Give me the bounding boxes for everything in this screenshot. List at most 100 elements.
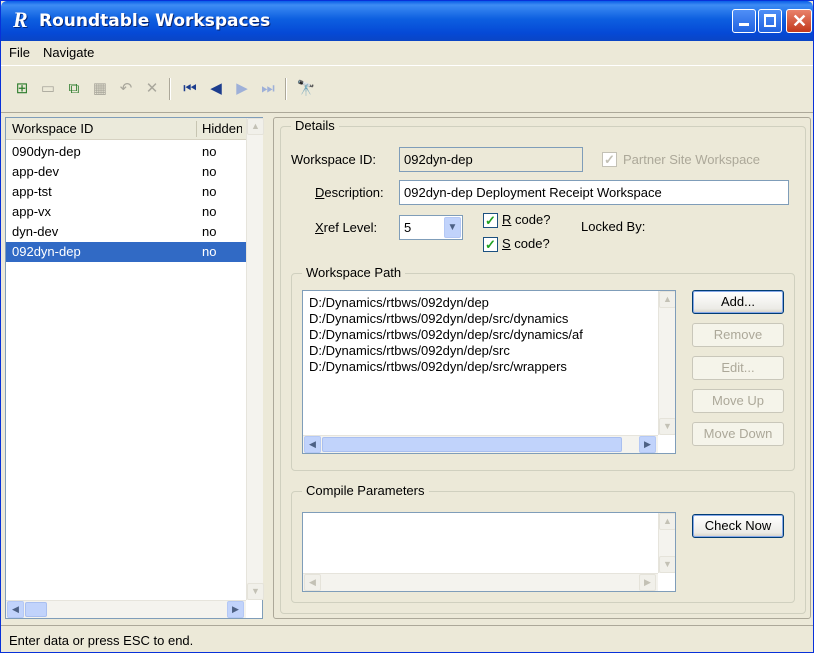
list-item[interactable]: D:/Dynamics/rtbws/092dyn/dep/src/dynamic…: [309, 311, 568, 326]
details-group: Details Workspace ID: 092dyn-dep ✓ Partn…: [280, 118, 806, 614]
menu-navigate[interactable]: Navigate: [43, 45, 94, 60]
scroll-thumb[interactable]: [322, 437, 622, 452]
hidden-cell: no: [202, 244, 217, 259]
add-path-button[interactable]: Add...: [692, 290, 784, 314]
workspace-id-cell: dyn-dev: [12, 224, 59, 239]
maximize-button[interactable]: [758, 9, 782, 33]
scroll-left-button[interactable]: ◀: [7, 601, 24, 618]
table-row[interactable]: 092dyn-dep no: [6, 242, 246, 262]
locked-by-label: Locked By:: [581, 219, 646, 234]
minimize-button[interactable]: [732, 9, 756, 33]
binoculars-find-icon[interactable]: 🔭: [295, 78, 317, 100]
hidden-cell: no: [202, 144, 217, 159]
workspace-list[interactable]: Workspace ID Hidden 090dyn-dep no app-dev n…: [5, 117, 264, 619]
list-horizontal-scrollbar[interactable]: ◀ ▶: [6, 600, 246, 618]
app-window: R Roundtable Workspaces ✕ File Navigate …: [0, 0, 814, 653]
scroll-down-button[interactable]: ▼: [247, 583, 264, 600]
app-logo-icon: R: [13, 7, 28, 32]
xref-level-label: Xref Level:: [315, 220, 378, 235]
scroll-left-button[interactable]: ◀: [304, 574, 321, 591]
check-now-button[interactable]: Check Now: [692, 514, 784, 538]
table-row[interactable]: 090dyn-dep no: [6, 142, 246, 162]
column-header-workspace-id[interactable]: Workspace ID: [12, 121, 192, 136]
table-row[interactable]: dyn-dev no: [6, 222, 246, 242]
workspace-path-group: Workspace Path D:/Dynamics/rtbws/092dyn/…: [291, 265, 795, 471]
partner-site-label: Partner Site Workspace: [623, 152, 761, 167]
hidden-cell: no: [202, 184, 217, 199]
save-icon: ▦: [92, 80, 108, 97]
s-code-checkbox[interactable]: ✓: [483, 237, 498, 252]
toolbar-separator: [285, 78, 287, 100]
list-vertical-scrollbar[interactable]: ▲ ▼: [246, 118, 264, 600]
scroll-right-button[interactable]: ▶: [227, 601, 244, 618]
workspace-id-cell: app-dev: [12, 164, 59, 179]
scroll-left-button[interactable]: ◀: [304, 436, 321, 453]
scroll-up-button[interactable]: ▲: [659, 291, 675, 308]
scroll-down-button[interactable]: ▼: [659, 418, 675, 435]
description-label: Description:: [315, 185, 384, 200]
grid-icon: ▭: [40, 80, 56, 97]
status-text: Enter data or press ESC to end.: [9, 633, 194, 648]
chevron-down-icon[interactable]: ▼: [444, 217, 461, 238]
move-up-button: Move Up: [692, 389, 784, 413]
r-code-label: R code?: [502, 212, 551, 227]
minimize-icon: [739, 23, 749, 26]
workspace-id-cell: app-vx: [12, 204, 52, 219]
scroll-up-button[interactable]: ▲: [659, 513, 675, 530]
table-row[interactable]: app-vx no: [6, 202, 246, 222]
copy-icon[interactable]: ⧉: [63, 78, 85, 100]
toolbar-separator: [169, 78, 171, 100]
close-button[interactable]: ✕: [786, 9, 812, 33]
path-vertical-scrollbar[interactable]: ▲ ▼: [658, 291, 675, 435]
first-record-icon[interactable]: ⏮: [179, 78, 201, 100]
workspace-path-list[interactable]: D:/Dynamics/rtbws/092dyn/dep D:/Dynamics/…: [302, 290, 676, 454]
move-down-button: Move Down: [692, 422, 784, 446]
path-horizontal-scrollbar[interactable]: ◀ ▶: [303, 435, 658, 453]
workspace-id-label: Workspace ID:: [291, 152, 377, 167]
list-item[interactable]: D:/Dynamics/rtbws/092dyn/dep/src: [309, 343, 510, 358]
window-title: Roundtable Workspaces: [39, 11, 271, 31]
workspace-id-cell: 090dyn-dep: [12, 144, 81, 159]
list-item[interactable]: D:/Dynamics/rtbws/092dyn/dep/src/wrapper…: [309, 359, 567, 374]
s-code-label: S code?: [502, 236, 550, 251]
scroll-down-button[interactable]: ▼: [659, 556, 675, 573]
scroll-right-button[interactable]: ▶: [639, 436, 656, 453]
right-panel: Details Workspace ID: 092dyn-dep ✓ Partn…: [273, 117, 811, 619]
compile-parameters-group: Compile Parameters ▲ ▼ ◀ ▶ Check Now: [291, 483, 795, 603]
table-row[interactable]: app-tst no: [6, 182, 246, 202]
scroll-up-button[interactable]: ▲: [247, 118, 264, 135]
compile-parameters-field[interactable]: ▲ ▼ ◀ ▶: [302, 512, 676, 592]
previous-record-icon[interactable]: ◀: [205, 78, 227, 100]
column-header-hidden[interactable]: Hidden: [202, 121, 242, 136]
workspace-id-cell: app-tst: [12, 184, 52, 199]
workspace-id-field: 092dyn-dep: [399, 147, 583, 172]
menu-bar: File Navigate: [1, 41, 813, 63]
scroll-right-button[interactable]: ▶: [639, 574, 656, 591]
next-record-icon: ▶: [236, 80, 248, 97]
details-group-title: Details: [291, 118, 339, 133]
compile-parameters-group-title: Compile Parameters: [302, 483, 429, 498]
column-separator[interactable]: [196, 121, 197, 137]
delete-icon: ✕: [145, 80, 159, 97]
list-item[interactable]: D:/Dynamics/rtbws/092dyn/dep/src/dynamic…: [309, 327, 583, 342]
r-code-checkbox[interactable]: ✓: [483, 213, 498, 228]
edit-path-button: Edit...: [692, 356, 784, 380]
partner-site-checkbox: ✓: [602, 152, 617, 167]
hidden-cell: no: [202, 164, 217, 179]
list-item[interactable]: D:/Dynamics/rtbws/092dyn/dep: [309, 295, 489, 310]
last-record-icon: ⏭: [261, 80, 275, 97]
hidden-cell: no: [202, 224, 217, 239]
description-field[interactable]: 092dyn-dep Deployment Receipt Workspace: [399, 180, 789, 205]
maximize-icon: [764, 14, 776, 27]
close-icon: ✕: [792, 11, 808, 31]
compile-horizontal-scrollbar[interactable]: ◀ ▶: [303, 573, 658, 591]
scroll-thumb[interactable]: [25, 602, 47, 617]
add-icon[interactable]: ⊞: [11, 78, 33, 100]
title-bar[interactable]: R Roundtable Workspaces ✕: [1, 1, 813, 41]
workspace-path-group-title: Workspace Path: [302, 265, 406, 280]
menu-file[interactable]: File: [9, 45, 30, 60]
remove-path-button: Remove: [692, 323, 784, 347]
compile-vertical-scrollbar[interactable]: ▲ ▼: [658, 513, 675, 573]
table-row[interactable]: app-dev no: [6, 162, 246, 182]
xref-level-value: 5: [404, 220, 412, 235]
